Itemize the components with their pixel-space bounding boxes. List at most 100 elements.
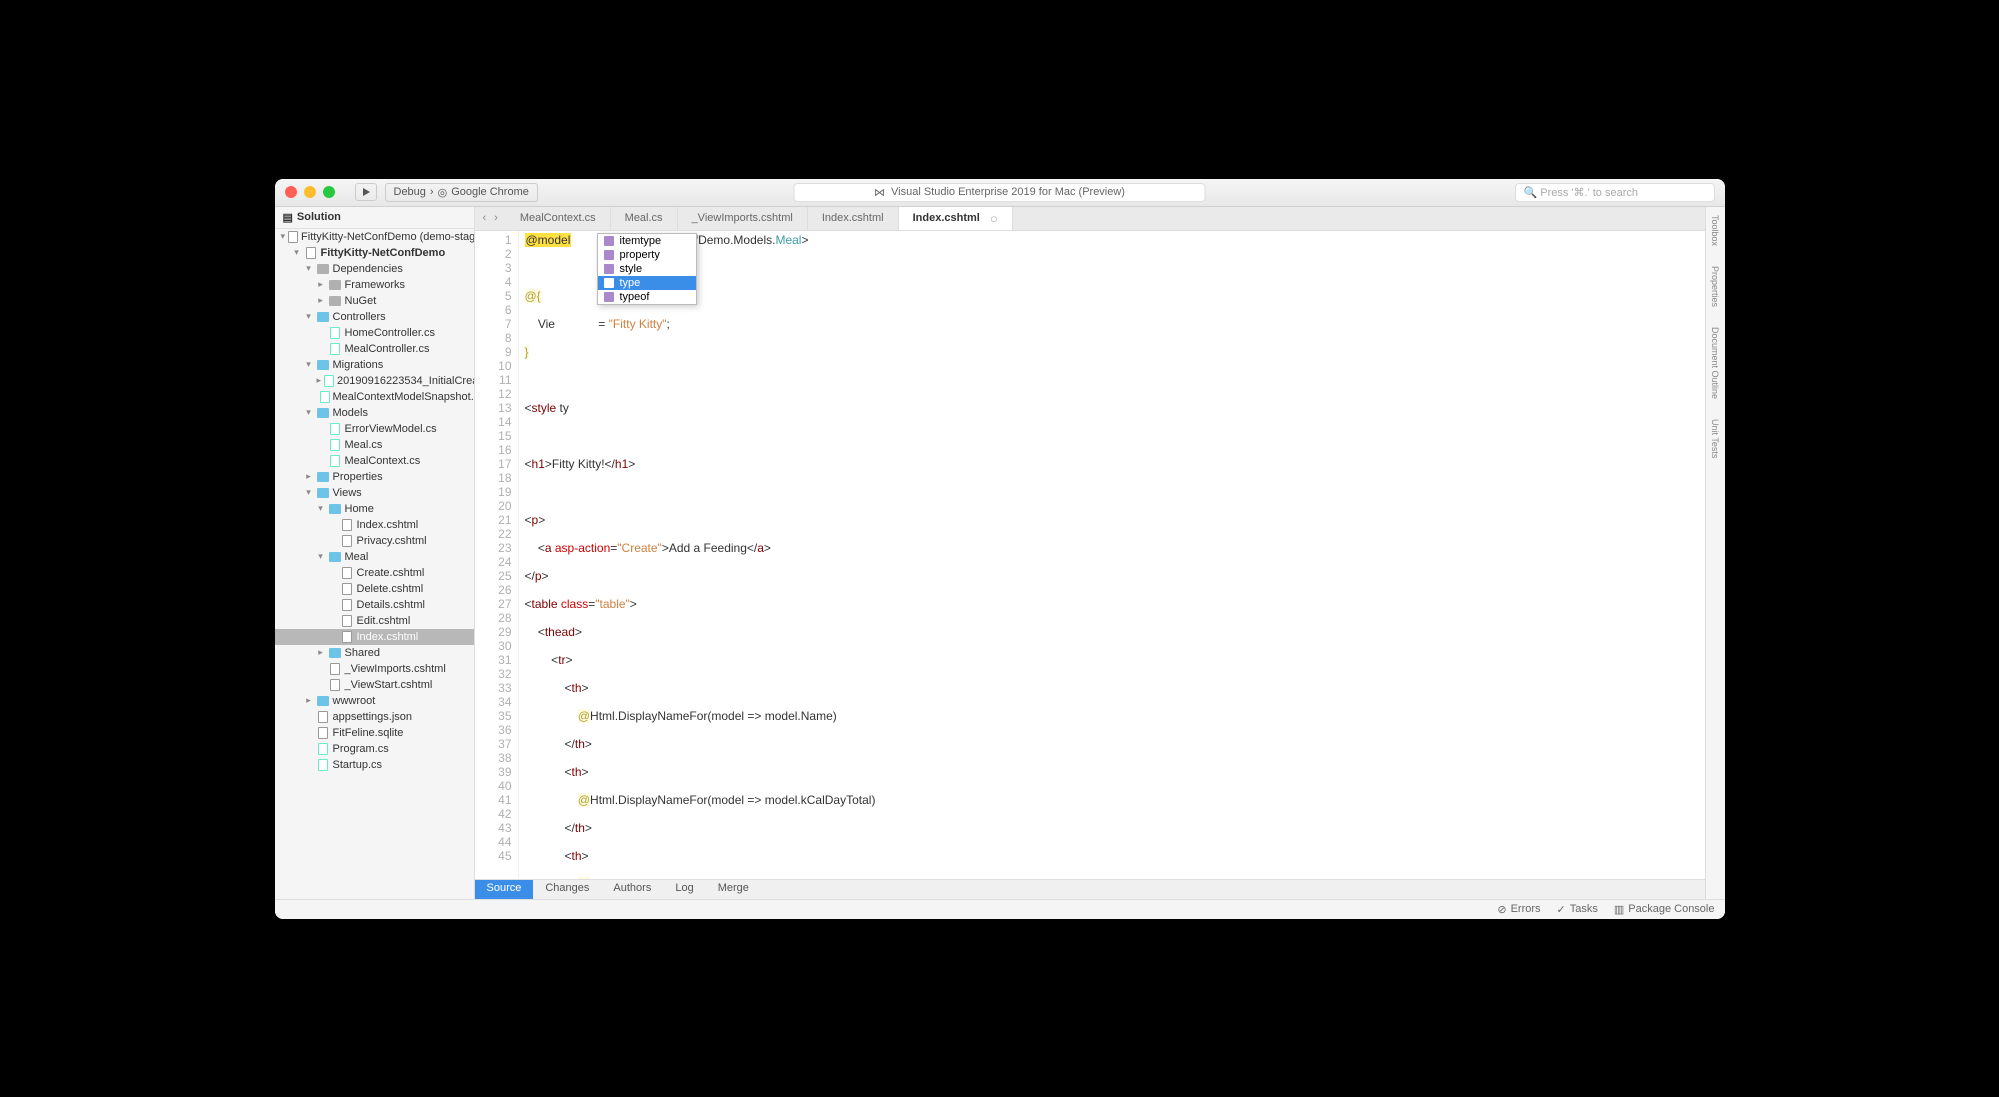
cs-icon: [328, 439, 342, 451]
completion-icon: [604, 264, 614, 274]
folder-icon: [316, 695, 330, 707]
chevron-icon[interactable]: ▸: [317, 647, 325, 658]
chevron-icon[interactable]: ▸: [317, 279, 325, 290]
tree-item[interactable]: ▾FittyKitty-NetConfDemo (demo-stage2): [275, 229, 474, 245]
cs-icon: [328, 343, 342, 355]
tree-item[interactable]: MealController.cs: [275, 341, 474, 357]
folder-icon: [316, 359, 330, 371]
chevron-icon[interactable]: ▾: [293, 247, 301, 258]
rail-unit-tests[interactable]: Unit Tests: [1710, 419, 1720, 458]
errors-status[interactable]: ⊘ Errors: [1497, 903, 1540, 916]
rail-toolbox[interactable]: Toolbox: [1710, 215, 1720, 246]
browser-icon: ◎: [438, 186, 448, 199]
tree-item[interactable]: ▾Models: [275, 405, 474, 421]
intellisense-item[interactable]: type: [598, 276, 696, 290]
run-button[interactable]: [355, 183, 377, 201]
package-console-status[interactable]: ▥ Package Console: [1614, 903, 1715, 916]
rail-document-outline[interactable]: Document Outline: [1710, 327, 1720, 399]
chevron-icon[interactable]: ▸: [305, 471, 313, 482]
tree-label: Edit.cshtml: [357, 615, 411, 627]
editor-tab[interactable]: Index.cshtml○: [899, 207, 1013, 230]
tree-item[interactable]: ▾Controllers: [275, 309, 474, 325]
tree-item[interactable]: ▸NuGet: [275, 293, 474, 309]
tree-item[interactable]: ▾Views: [275, 485, 474, 501]
sidebar-header[interactable]: ▤ Solution: [275, 207, 474, 229]
tree-item[interactable]: ▸ Properties: [275, 469, 474, 485]
chevron-icon[interactable]: ▾: [305, 359, 313, 370]
tab-nav-forward[interactable]: ›: [492, 212, 500, 224]
chevron-icon[interactable]: ▾: [305, 407, 313, 418]
tree-item[interactable]: ▾Meal: [275, 549, 474, 565]
tasks-status[interactable]: ✓ Tasks: [1557, 903, 1598, 916]
editor-tab[interactable]: Meal.cs: [611, 207, 678, 230]
tree-item[interactable]: appsettings.json: [275, 709, 474, 725]
tree-label: ErrorViewModel.cs: [345, 423, 437, 435]
tree-label: Shared: [345, 647, 380, 659]
right-rail: Toolbox Properties Document Outline Unit Te…: [1705, 207, 1725, 899]
tree-item[interactable]: ▾Dependencies: [275, 261, 474, 277]
bottom-tab-log[interactable]: Log: [663, 880, 705, 899]
editor-tab[interactable]: _ViewImports.cshtml: [678, 207, 808, 230]
minimize-window-dot[interactable]: [304, 186, 316, 198]
intellisense-item[interactable]: typeof: [598, 290, 696, 304]
tree-item[interactable]: ▾Migrations: [275, 357, 474, 373]
tree-item[interactable]: MealContextModelSnapshot.cs: [275, 389, 474, 405]
maximize-window-dot[interactable]: [323, 186, 335, 198]
tree-label: FitFeline.sqlite: [333, 727, 404, 739]
tree-item[interactable]: _ViewStart.cshtml: [275, 677, 474, 693]
close-tab-icon[interactable]: ○: [990, 211, 998, 226]
code-content[interactable]: @model tyKitty_NetConfDemo.Models.Meal> …: [519, 231, 1705, 879]
tree-item[interactable]: _ViewImports.cshtml: [275, 661, 474, 677]
tree-label: appsettings.json: [333, 711, 413, 723]
tree-item[interactable]: ▾Home: [275, 501, 474, 517]
close-window-dot[interactable]: [285, 186, 297, 198]
bottom-tab-authors[interactable]: Authors: [601, 880, 663, 899]
tree-item[interactable]: MealContext.cs: [275, 453, 474, 469]
bottom-tab-changes[interactable]: Changes: [533, 880, 601, 899]
tree-item[interactable]: ▸20190916223534_InitialCreate.cs: [275, 373, 474, 389]
chevron-icon[interactable]: ▾: [317, 551, 325, 562]
tab-nav-back[interactable]: ‹: [481, 212, 489, 224]
editor-tab[interactable]: Index.cshtml: [808, 207, 899, 230]
tree-item[interactable]: Startup.cs: [275, 757, 474, 773]
tree-item[interactable]: Delete.cshtml: [275, 581, 474, 597]
intellisense-item[interactable]: property: [598, 248, 696, 262]
completion-label: style: [620, 263, 643, 275]
tree-item[interactable]: HomeController.cs: [275, 325, 474, 341]
tree-item[interactable]: Privacy.cshtml: [275, 533, 474, 549]
tree-item[interactable]: Details.cshtml: [275, 597, 474, 613]
file-icon: [316, 727, 330, 739]
rail-properties[interactable]: Properties: [1710, 266, 1720, 307]
intellisense-item[interactable]: itemtype: [598, 234, 696, 248]
tree-item[interactable]: Edit.cshtml: [275, 613, 474, 629]
tree-item[interactable]: ▸wwwroot: [275, 693, 474, 709]
tree-item[interactable]: Program.cs: [275, 741, 474, 757]
tree-label: Properties: [333, 471, 383, 483]
chevron-icon[interactable]: ▸: [317, 295, 325, 306]
code-editor[interactable]: 1234567891011121314151617181920212223242…: [475, 231, 1705, 879]
chevron-icon[interactable]: ▾: [317, 503, 325, 514]
search-input[interactable]: 🔍 Press '⌘.' to search: [1515, 183, 1715, 202]
chevron-icon[interactable]: ▾: [305, 487, 313, 498]
tree-label: Privacy.cshtml: [357, 535, 427, 547]
tree-item[interactable]: FitFeline.sqlite: [275, 725, 474, 741]
chevron-icon[interactable]: ▾: [305, 311, 313, 322]
bottom-tab-merge[interactable]: Merge: [706, 880, 761, 899]
tree-item[interactable]: ErrorViewModel.cs: [275, 421, 474, 437]
chevron-icon[interactable]: ▾: [281, 231, 286, 242]
tree-item[interactable]: ▸Frameworks: [275, 277, 474, 293]
intellisense-item[interactable]: style: [598, 262, 696, 276]
tree-item[interactable]: Create.cshtml: [275, 565, 474, 581]
run-configuration[interactable]: Debug › ◎ Google Chrome: [385, 183, 538, 202]
bottom-tab-source[interactable]: Source: [475, 880, 534, 899]
chevron-icon[interactable]: ▸: [317, 375, 322, 386]
tree-item[interactable]: ▸ Shared: [275, 645, 474, 661]
tree-item[interactable]: ▾FittyKitty-NetConfDemo: [275, 245, 474, 261]
editor-tab[interactable]: MealContext.cs: [506, 207, 611, 230]
tree-item[interactable]: Index.cshtml: [275, 629, 474, 645]
tree-item[interactable]: Meal.cs: [275, 437, 474, 453]
chevron-icon[interactable]: ▸: [305, 695, 313, 706]
tree-item[interactable]: Index.cshtml: [275, 517, 474, 533]
chevron-icon[interactable]: ▾: [305, 263, 313, 274]
completion-icon: [604, 278, 614, 288]
